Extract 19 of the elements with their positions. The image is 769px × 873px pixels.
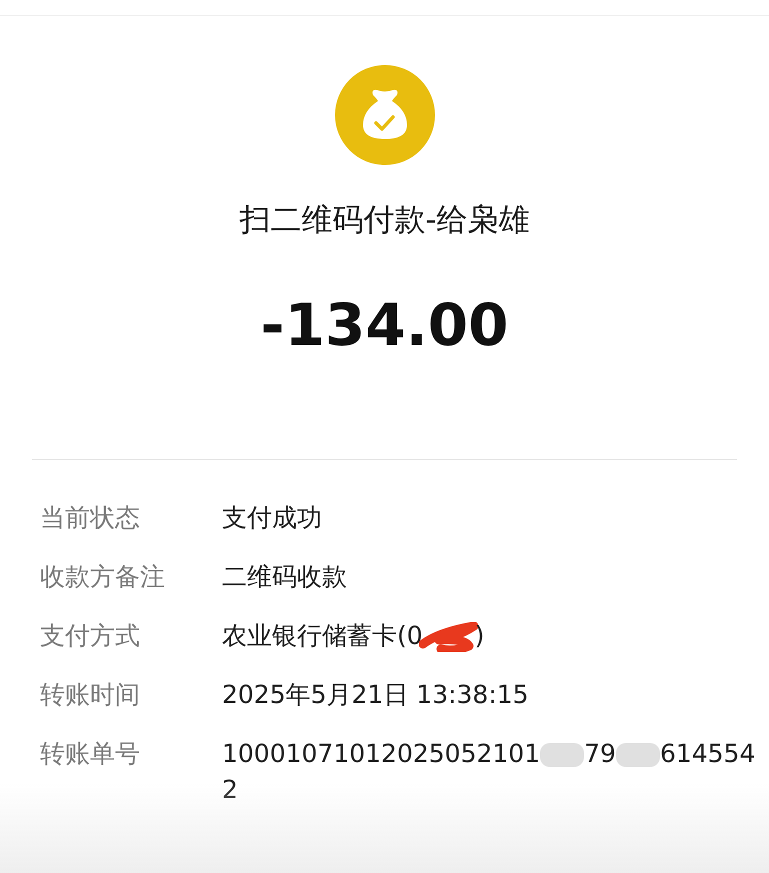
- detail-label: 收款方备注: [40, 561, 166, 593]
- detail-value: 农业银行储蓄卡(0: [222, 621, 423, 650]
- detail-value: 二维码收款: [222, 562, 347, 591]
- payment-amount: -134.00: [260, 291, 508, 359]
- payment-title: 扫二维码付款-给枭雄: [239, 201, 530, 240]
- detail-label: 转账时间: [40, 679, 141, 711]
- detail-value: 79: [584, 739, 616, 768]
- detail-label: 支付方式: [40, 620, 141, 652]
- detail-label: 当前状态: [40, 502, 141, 534]
- detail-value: 2: [222, 775, 238, 804]
- blurred-digits: [616, 743, 660, 768]
- detail-value: 614554: [660, 739, 756, 768]
- detail-value: ): [474, 621, 484, 650]
- detail-value: 支付成功: [222, 503, 322, 532]
- money-bag-check-icon: [334, 65, 434, 165]
- detail-label: 转账单号: [40, 738, 141, 770]
- detail-value: 10001071012025052101: [222, 739, 540, 768]
- detail-value: 2025年5月21日 13:38:15: [222, 680, 529, 709]
- blurred-digits: [540, 743, 584, 768]
